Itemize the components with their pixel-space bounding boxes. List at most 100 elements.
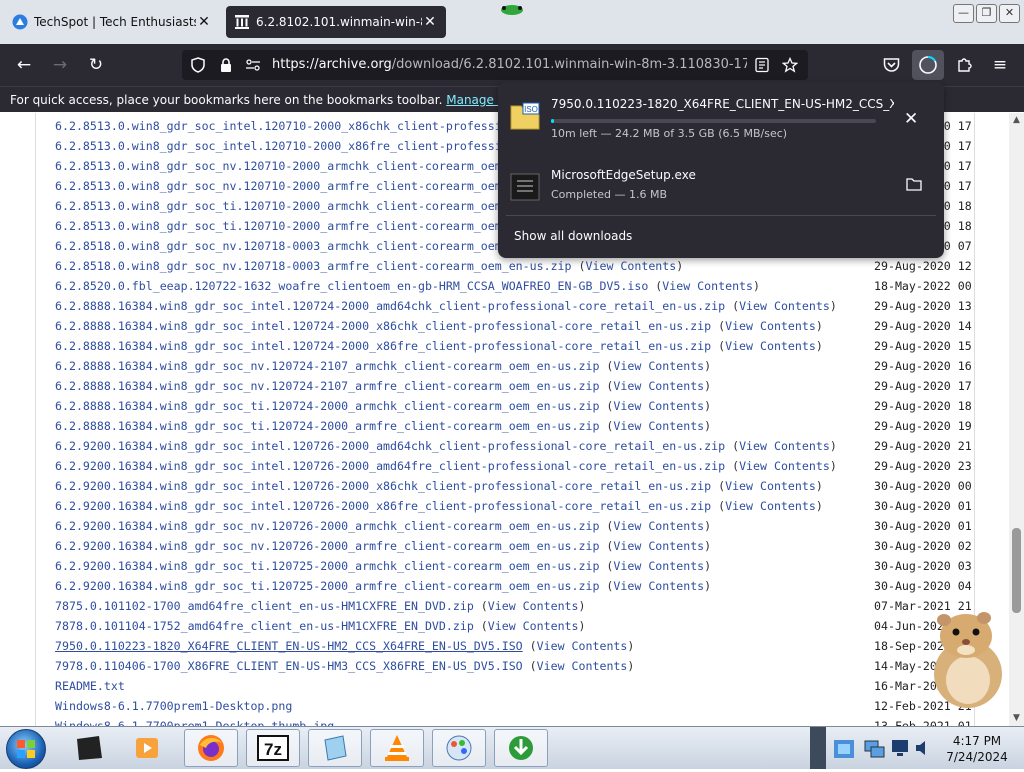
taskbar-notepad[interactable] <box>308 729 362 767</box>
file-link[interactable]: 6.2.8888.16384.win8_gdr_soc_nv.120724-21… <box>55 359 599 373</box>
taskbar-vlc[interactable] <box>370 729 424 767</box>
network-icon[interactable] <box>862 737 886 761</box>
download-item-edge[interactable]: MicrosoftEdgeSetup.exe Completed — 1.6 M… <box>498 160 944 208</box>
view-contents-link[interactable]: View Contents <box>613 379 704 393</box>
file-link[interactable]: 6.2.8888.16384.win8_gdr_soc_intel.120724… <box>55 319 711 333</box>
file-link[interactable]: 6.2.9200.16384.win8_gdr_soc_intel.120726… <box>55 459 725 473</box>
file-link[interactable]: 6.2.8513.0.win8_gdr_soc_ti.120710-2000_a… <box>55 219 572 233</box>
reader-view-icon[interactable] <box>754 57 770 73</box>
clock[interactable]: 4:17 PM 7/24/2024 <box>932 733 1022 765</box>
file-link[interactable]: 6.2.9200.16384.win8_gdr_soc_ti.120725-20… <box>55 579 599 593</box>
file-link[interactable]: README.txt <box>55 679 125 693</box>
taskbar-download-manager[interactable] <box>494 729 548 767</box>
file-row: 6.2.8518.0.win8_gdr_soc_nv.120718-0003_a… <box>55 256 985 276</box>
file-row: 6.2.9200.16384.win8_gdr_soc_ti.120725-20… <box>55 576 985 596</box>
view-contents-link[interactable]: View Contents <box>537 659 628 673</box>
view-contents-link[interactable]: View Contents <box>725 319 816 333</box>
file-link[interactable]: 6.2.8513.0.win8_gdr_soc_nv.120710-2000_a… <box>55 159 572 173</box>
reload-button[interactable]: ↻ <box>84 53 108 77</box>
back-button[interactable]: ← <box>12 53 36 77</box>
volume-icon[interactable] <box>914 739 928 757</box>
file-link[interactable]: 6.2.9200.16384.win8_gdr_soc_nv.120726-20… <box>55 539 599 553</box>
view-contents-link[interactable]: View Contents <box>613 559 704 573</box>
taskbar-paint[interactable] <box>432 729 486 767</box>
url-host: https://archive.org <box>272 57 392 72</box>
file-link[interactable]: 6.2.9200.16384.win8_gdr_soc_intel.120726… <box>55 479 711 493</box>
taskbar-firefox[interactable] <box>184 729 238 767</box>
minimize-button[interactable]: — <box>953 4 974 23</box>
view-contents-link[interactable]: View Contents <box>488 619 579 633</box>
cancel-download-icon[interactable]: ✕ <box>904 109 918 129</box>
forward-button[interactable]: → <box>48 53 72 77</box>
url-bar[interactable]: https://archive.org/download/6.2.8102.10… <box>182 50 808 80</box>
scrollbar-thumb[interactable] <box>1012 528 1021 613</box>
view-contents-link[interactable]: View Contents <box>613 539 704 553</box>
file-link[interactable]: Windows8-6.1.7700prem1-Desktop_thumb.jpg <box>55 719 334 726</box>
view-contents-link[interactable]: View Contents <box>739 439 830 453</box>
file-link[interactable]: 6.2.8888.16384.win8_gdr_soc_intel.120724… <box>55 299 725 313</box>
close-tab-icon[interactable]: ✕ <box>196 14 212 30</box>
folder-icon[interactable] <box>906 177 922 191</box>
file-link[interactable]: 6.2.9200.16384.win8_gdr_soc_intel.120726… <box>55 499 711 513</box>
pocket-icon[interactable] <box>883 57 900 73</box>
tray-app-icon[interactable] <box>832 737 856 761</box>
close-window-button[interactable]: ✕ <box>999 4 1020 23</box>
lock-icon[interactable] <box>218 57 234 73</box>
file-link[interactable]: 7978.0.110406-1700_X86FRE_CLIENT_EN-US-H… <box>55 659 523 673</box>
file-link[interactable]: 7950.0.110223-1820_X64FRE_CLIENT_EN-US-H… <box>55 639 523 653</box>
downloads-button[interactable] <box>912 50 944 80</box>
view-contents-link[interactable]: View Contents <box>725 339 816 353</box>
view-contents-link[interactable]: View Contents <box>613 419 704 433</box>
view-contents-link[interactable]: View Contents <box>613 359 704 373</box>
file-link[interactable]: 6.2.8518.0.win8_gdr_soc_nv.120718-0003_a… <box>55 259 572 273</box>
bookmark-star-icon[interactable] <box>782 57 798 73</box>
file-link[interactable]: 6.2.8888.16384.win8_gdr_soc_intel.120724… <box>55 339 711 353</box>
file-link[interactable]: Windows8-6.1.7700prem1-Desktop.png <box>55 699 292 713</box>
view-contents-link[interactable]: View Contents <box>662 279 753 293</box>
show-hidden-icons-button[interactable] <box>810 727 826 769</box>
taskbar-media-player[interactable] <box>120 729 174 767</box>
view-contents-link[interactable]: View Contents <box>725 479 816 493</box>
view-contents-link[interactable]: View Contents <box>537 639 628 653</box>
file-link[interactable]: 6.2.9200.16384.win8_gdr_soc_intel.120726… <box>55 439 725 453</box>
shield-icon[interactable] <box>190 57 206 73</box>
file-link[interactable]: 7875.0.101102-1700_amd64fre_client_en-us… <box>55 599 474 613</box>
url-text[interactable]: https://archive.org/download/6.2.8102.10… <box>272 57 747 72</box>
file-link[interactable]: 6.2.8888.16384.win8_gdr_soc_nv.120724-21… <box>55 379 599 393</box>
view-contents-link[interactable]: View Contents <box>725 499 816 513</box>
view-contents-link[interactable]: View Contents <box>739 459 830 473</box>
file-link[interactable]: 6.2.9200.16384.win8_gdr_soc_nv.120726-20… <box>55 519 599 533</box>
file-link[interactable]: 6.2.8520.0.fbl_eeap.120722-1632_woafre_c… <box>55 279 648 293</box>
permissions-icon[interactable] <box>245 57 261 73</box>
view-contents-link[interactable]: View Contents <box>586 259 677 273</box>
start-button[interactable] <box>6 729 46 769</box>
file-link[interactable]: 6.2.9200.16384.win8_gdr_soc_ti.120725-20… <box>55 559 599 573</box>
taskbar-7zip[interactable]: 7z <box>246 729 300 767</box>
monitor-icon[interactable] <box>890 737 910 759</box>
file-link[interactable]: 7878.0.101104-1752_amd64fre_client_en-us… <box>55 619 474 633</box>
view-contents-link[interactable]: View Contents <box>613 579 704 593</box>
file-link[interactable]: 6.2.8513.0.win8_gdr_soc_ti.120710-2000_a… <box>55 199 572 213</box>
view-contents-link[interactable]: View Contents <box>613 399 704 413</box>
tab-techspot[interactable]: TechSpot | Tech Enthusiasts, Po ✕ <box>4 6 220 38</box>
close-tab-icon[interactable]: ✕ <box>422 14 438 30</box>
view-contents-link[interactable]: View Contents <box>488 599 579 613</box>
tab-archive[interactable]: 6.2.8102.101.winmain-win-8m- ✕ <box>226 6 446 38</box>
file-row: Windows8-6.1.7700prem1-Desktop.png 12-Feb… <box>55 696 985 716</box>
view-contents-link[interactable]: View Contents <box>739 299 830 313</box>
app-menu-button[interactable]: ≡ <box>988 53 1012 77</box>
file-link[interactable]: 6.2.8888.16384.win8_gdr_soc_ti.120724-20… <box>55 419 599 433</box>
download-item-iso[interactable]: ISO 7950.0.110223-1820_X64FRE_CLIENT_EN-… <box>498 82 944 150</box>
scroll-up-icon[interactable]: ▲ <box>1009 115 1024 125</box>
file-link[interactable]: 6.2.8518.0.win8_gdr_soc_nv.120718-0003_a… <box>55 239 572 253</box>
file-link[interactable]: 6.2.8513.0.win8_gdr_soc_nv.120710-2000_a… <box>55 179 572 193</box>
extensions-icon[interactable] <box>956 56 973 73</box>
show-all-downloads-button[interactable]: Show all downloads <box>514 229 632 243</box>
taskbar-desktop-app[interactable] <box>62 729 116 767</box>
scrollbar[interactable]: ▲ ▼ <box>1009 113 1024 726</box>
clock-date: 7/24/2024 <box>946 750 1008 764</box>
scroll-down-icon[interactable]: ▼ <box>1009 713 1024 723</box>
restore-button[interactable]: ❐ <box>976 4 997 23</box>
file-link[interactable]: 6.2.8888.16384.win8_gdr_soc_ti.120724-20… <box>55 399 599 413</box>
view-contents-link[interactable]: View Contents <box>613 519 704 533</box>
